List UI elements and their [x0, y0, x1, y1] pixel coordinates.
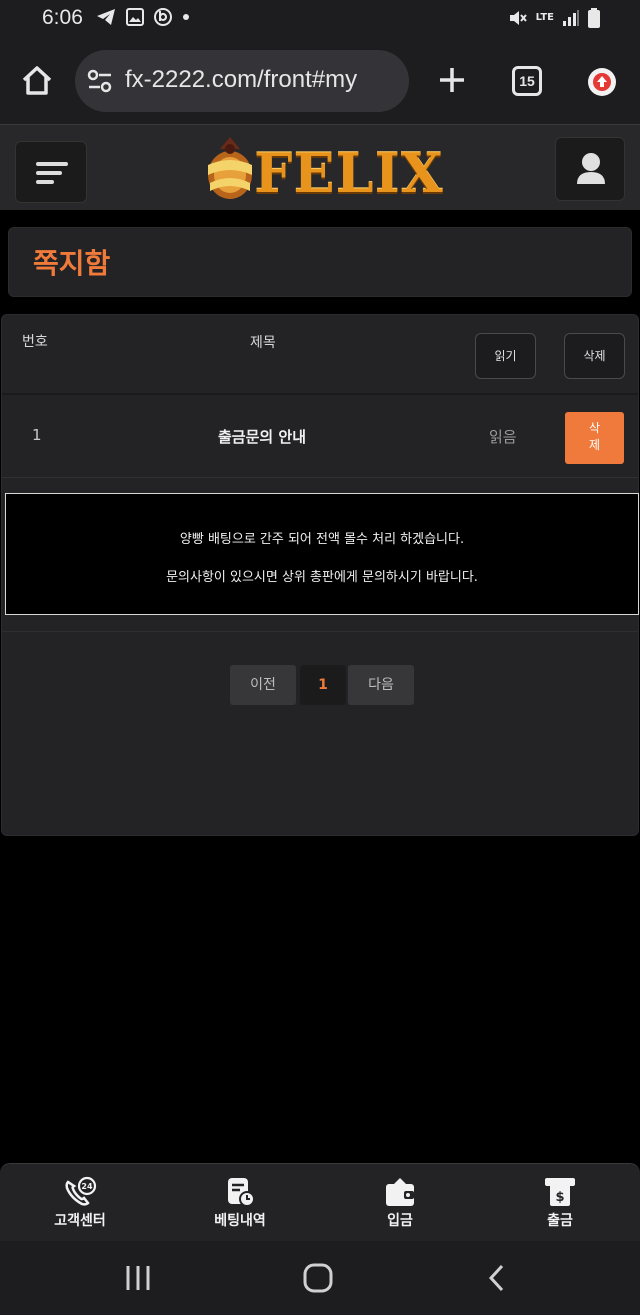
dot-icon [183, 14, 189, 20]
row-read-status: 읽음 [489, 428, 517, 446]
row-number: 1 [32, 426, 42, 444]
user-icon [577, 153, 605, 184]
home-button[interactable] [16, 60, 58, 102]
pagination-prev-button[interactable]: 이전 [230, 665, 296, 705]
new-tab-button[interactable] [432, 60, 472, 100]
nav-label: 고객센터 [54, 1213, 106, 1229]
hamburger-line [36, 171, 62, 175]
nav-customer-center[interactable]: 24 고객센터 [20, 1174, 140, 1238]
system-icons: LTE [508, 8, 600, 28]
user-account-button[interactable] [555, 137, 625, 201]
betting-history-icon [228, 1178, 255, 1207]
nav-withdraw[interactable]: $ 출금 [500, 1174, 620, 1238]
nav-betting-history[interactable]: 베팅내역 [180, 1174, 300, 1238]
home-icon [22, 66, 52, 95]
message-line: 문의사항이 있으시면 상위 총판에게 문의하시기 바랍니다. [166, 570, 478, 585]
url-text: fx-2222.com/front#my [125, 66, 358, 93]
hamburger-menu-button[interactable] [15, 141, 87, 203]
home-nav-icon[interactable] [302, 1263, 334, 1293]
deposit-wallet-icon [386, 1178, 414, 1206]
logo-emblem-icon [208, 137, 252, 199]
notification-icons [96, 8, 190, 26]
battery-icon [588, 8, 600, 28]
pagination-next-button[interactable]: 다음 [348, 665, 414, 705]
update-button[interactable] [588, 68, 616, 96]
delete-button[interactable]: 삭제 [564, 333, 625, 379]
svg-text:$: $ [555, 1190, 564, 1205]
withdraw-atm-icon: $ [545, 1178, 575, 1206]
recent-apps-icon[interactable] [122, 1263, 154, 1293]
tab-switcher-button[interactable]: 15 [512, 66, 542, 96]
b-app-icon [154, 8, 172, 26]
nav-label: 베팅내역 [214, 1213, 266, 1229]
system-navigation-bar [0, 1241, 640, 1315]
divider [2, 631, 638, 632]
update-arrow-icon [593, 73, 611, 91]
nav-deposit[interactable]: 입금 [340, 1174, 460, 1238]
mute-icon [509, 11, 527, 25]
mark-read-button[interactable]: 읽기 [475, 333, 536, 379]
status-time: 6:06 [42, 6, 83, 29]
plus-icon [440, 68, 464, 92]
column-header-no: 번호 [22, 334, 48, 350]
bottom-navigation: 24 고객센터 베팅내역 입금 $ 출금 [0, 1163, 640, 1241]
back-icon[interactable] [482, 1263, 514, 1293]
pagination-current-page[interactable]: 1 [300, 665, 346, 705]
message-panel: 번호 제목 읽기 삭제 1 출금문의 안내 읽음 삭 제 양빵 배팅으로 간주 … [1, 314, 639, 836]
signal-icon [563, 10, 579, 26]
table-row[interactable]: 1 출금문의 안내 읽음 삭 제 [2, 395, 638, 477]
browser-toolbar: fx-2222.com/front#my 15 [0, 38, 640, 124]
support-24-icon: 24 [65, 1176, 97, 1206]
column-header-title: 제목 [250, 335, 276, 351]
address-bar[interactable]: fx-2222.com/front#my [75, 50, 409, 112]
logo-text: FELIX [254, 141, 444, 205]
gallery-icon [126, 8, 144, 26]
divider [2, 477, 638, 478]
site-settings-icon[interactable] [87, 69, 113, 93]
row-title[interactable]: 출금문의 안내 [218, 426, 306, 447]
lte-label: LTE [535, 12, 554, 23]
message-line: 양빵 배팅으로 간주 되어 전액 몰수 처리 하겠습니다. [179, 532, 465, 547]
svg-text:24: 24 [81, 1182, 93, 1191]
nav-label: 입금 [387, 1213, 413, 1229]
site-header: FELIX [0, 124, 640, 210]
hamburger-line [36, 180, 54, 184]
page-title-box: 쪽지함 [8, 227, 632, 297]
site-logo[interactable]: FELIX [204, 131, 443, 211]
page-title: 쪽지함 [33, 247, 111, 280]
nav-label: 출금 [547, 1213, 573, 1229]
message-content-box: 양빵 배팅으로 간주 되어 전액 몰수 처리 하겠습니다. 문의사항이 있으시면… [5, 493, 639, 615]
telegram-icon [97, 9, 115, 25]
hamburger-line [36, 162, 68, 166]
status-bar: 6:06 LTE [0, 0, 640, 38]
row-delete-button[interactable]: 삭 제 [565, 412, 624, 464]
